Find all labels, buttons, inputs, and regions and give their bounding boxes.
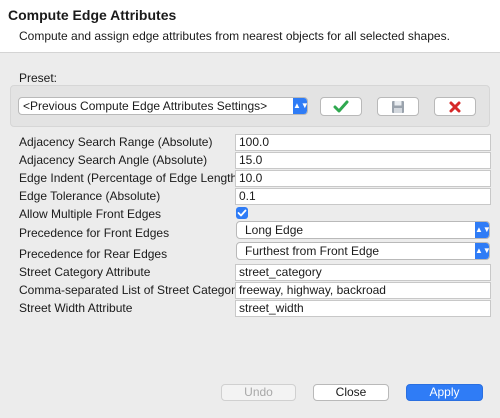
dialog-header: Compute Edge Attributes Compute and assi… (0, 0, 500, 53)
undo-button[interactable]: Undo (221, 384, 296, 401)
apply-preset-button[interactable] (320, 97, 362, 116)
street-category-attr-field[interactable]: street_category (235, 264, 491, 281)
preset-label: Preset: (19, 71, 58, 85)
adjacency-range-field[interactable]: 100.0 (235, 134, 491, 151)
edge-indent-label: Edge Indent (Percentage of Edge Length) (19, 171, 242, 185)
precedence-rear-value: Furthest from Front Edge (245, 244, 380, 258)
precedence-front-select[interactable]: Long Edge ▲▼ (236, 221, 490, 239)
chevron-updown-icon: ▲▼ (475, 243, 489, 259)
dialog-title: Compute Edge Attributes (8, 7, 177, 23)
delete-x-icon (449, 101, 461, 113)
apply-button[interactable]: Apply (406, 384, 483, 401)
precedence-rear-select[interactable]: Furthest from Front Edge ▲▼ (236, 242, 490, 260)
chevron-updown-icon: ▲▼ (293, 98, 307, 114)
save-disk-icon (392, 101, 404, 113)
delete-preset-button[interactable] (434, 97, 476, 116)
adjacency-angle-field[interactable]: 15.0 (235, 152, 491, 169)
checkmark-icon (237, 209, 247, 217)
street-category-attr-label: Street Category Attribute (19, 265, 151, 279)
save-preset-button[interactable] (377, 97, 419, 116)
adjacency-angle-label: Adjacency Search Angle (Absolute) (19, 153, 208, 167)
street-categories-field[interactable]: freeway, highway, backroad (235, 282, 491, 299)
precedence-rear-label: Precedence for Rear Edges (19, 247, 168, 261)
precedence-front-value: Long Edge (245, 223, 304, 237)
edge-tolerance-label: Edge Tolerance (Absolute) (19, 189, 161, 203)
street-width-attr-label: Street Width Attribute (19, 301, 133, 315)
chevron-updown-icon: ▲▼ (475, 222, 489, 238)
multiple-front-edges-checkbox[interactable] (236, 207, 248, 219)
preset-select[interactable]: <Previous Compute Edge Attributes Settin… (18, 97, 308, 115)
close-button[interactable]: Close (313, 384, 389, 401)
precedence-front-label: Precedence for Front Edges (19, 226, 170, 240)
multiple-front-edges-label: Allow Multiple Front Edges (19, 207, 162, 221)
edge-tolerance-field[interactable]: 0.1 (235, 188, 491, 205)
apply-check-icon (333, 100, 349, 113)
edge-indent-field[interactable]: 10.0 (235, 170, 491, 187)
preset-select-value: <Previous Compute Edge Attributes Settin… (23, 99, 268, 113)
street-categories-label: Comma-separated List of Street Categorie… (19, 283, 251, 297)
dialog-description: Compute and assign edge attributes from … (19, 29, 450, 43)
street-width-attr-field[interactable]: street_width (235, 300, 491, 317)
adjacency-range-label: Adjacency Search Range (Absolute) (19, 135, 213, 149)
